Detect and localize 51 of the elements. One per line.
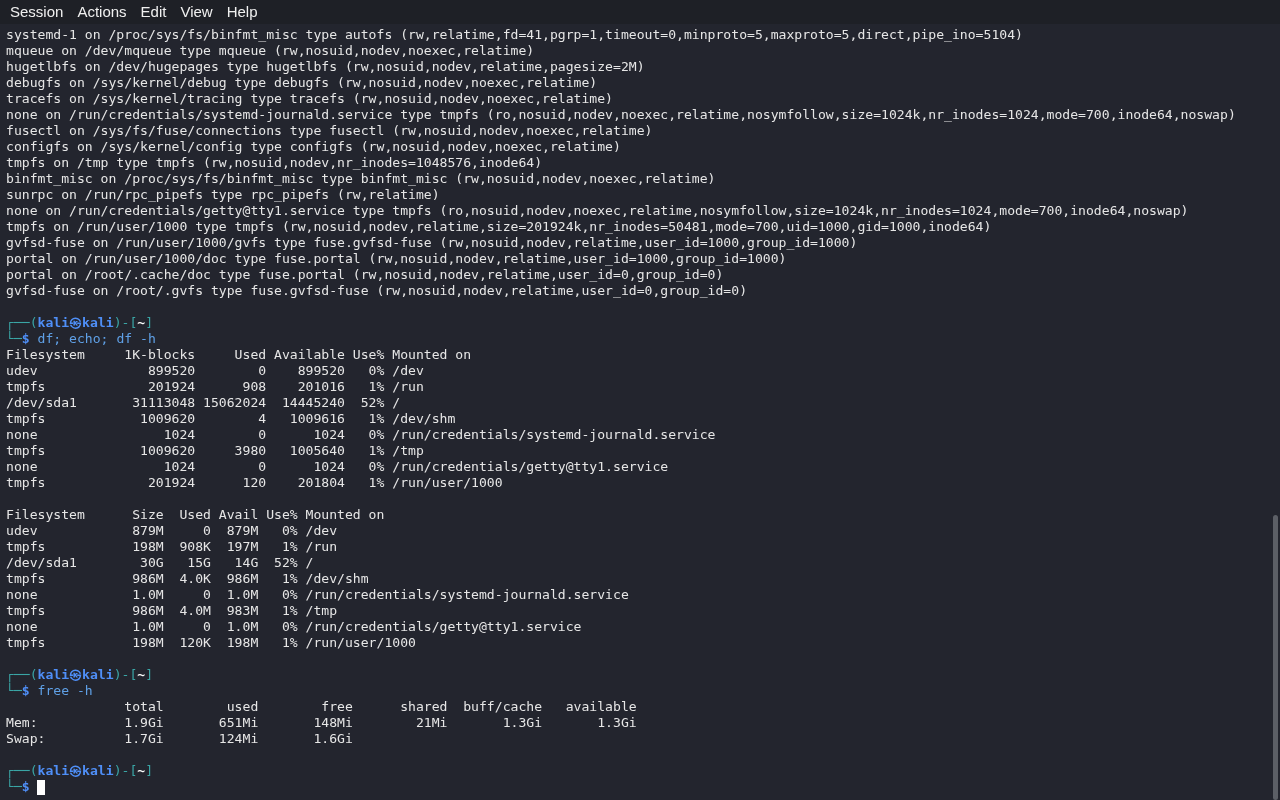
terminal-output-line: tmpfs on /tmp type tmpfs (rw,nosuid,nodev,nr_inodes=1048576,inode64) [6, 155, 543, 170]
terminal-output-line: mqueue on /dev/mqueue type mqueue (rw,nosuid,nodev,noexec,relatime) [6, 43, 535, 58]
terminal-output-line: none 1024 0 1024 0% /run/credentials/systemd-journald.service [6, 427, 716, 442]
scrollbar-thumb[interactable] [1273, 515, 1278, 800]
terminal-output-line: tmpfs 201924 908 201016 1% /run [6, 379, 424, 394]
terminal-output-line: /dev/sda1 30G 15G 14G 52% / [6, 555, 314, 570]
menu-item[interactable]: Help [220, 0, 264, 24]
terminal-output-line: tmpfs 1009620 4 1009616 1% /dev/shm [6, 411, 456, 426]
terminal-output-line: udev 879M 0 879M 0% /dev [6, 523, 338, 538]
command-line: └─$ df; echo; df -h [6, 331, 156, 347]
command-line: └─$ free -h [6, 683, 93, 699]
menu-item[interactable]: Actions [71, 0, 133, 24]
terminal-output-line: debugfs on /sys/kernel/debug type debugfs (rw,nosuid,nodev,noexec,relatime) [6, 75, 598, 90]
terminal-output-line: tracefs on /sys/kernel/tracing type tracefs (rw,nosuid,nodev,noexec,relatime) [6, 91, 613, 106]
terminal-output-line: portal on /run/user/1000/doc type fuse.portal (rw,nosuid,nodev,relatime,user_id=1000,group_id=1000) [6, 251, 787, 266]
terminal-output-line: udev 899520 0 899520 0% /dev [6, 363, 424, 378]
terminal-output-line: tmpfs 198M 908K 197M 1% /run [6, 539, 338, 554]
terminal-output-line: Mem: 1.9Gi 651Mi 148Mi 21Mi 1.3Gi 1.3Gi [6, 715, 637, 730]
terminal-output-line: tmpfs 1009620 3980 1005640 1% /tmp [6, 443, 424, 458]
command-line: └─$ [6, 779, 30, 795]
terminal-output-line: tmpfs on /run/user/1000 type tmpfs (rw,nosuid,nodev,relatime,size=201924k,nr_inodes=50481,mode=700,uid=1000,gid=1000,inode64) [6, 219, 992, 234]
text-cursor [36, 779, 45, 795]
terminal-output-line: sunrpc on /run/rpc_pipefs type rpc_pipefs (rw,relatime) [6, 187, 440, 202]
terminal-output-line: tmpfs 986M 4.0K 986M 1% /dev/shm [6, 571, 369, 586]
terminal-output-line: /dev/sda1 31113048 15062024 14445240 52% / [6, 395, 401, 410]
terminal-output-line: binfmt_misc on /proc/sys/fs/binfmt_misc type binfmt_misc (rw,nosuid,nodev,noexec,relatime) [6, 171, 716, 186]
menu-item[interactable]: View [174, 0, 219, 24]
terminal-output-line: fusectl on /sys/fs/fuse/connections type fusectl (rw,nosuid,nodev,noexec,relatime) [6, 123, 653, 138]
terminal-output-line: Filesystem 1K-blocks Used Available Use% Mounted on [6, 347, 472, 362]
terminal-output-line: gvfsd-fuse on /root/.gvfs type fuse.gvfsd-fuse (rw,nosuid,nodev,relatime,user_id=0,group_id=0) [6, 283, 747, 298]
terminal-output-line: none on /run/credentials/getty@tty1.service type tmpfs (ro,nosuid,nodev,noexec,relatime,nosymfollow,size=1024k,nr_inodes=1024,mode=700,inode64,noswap) [6, 203, 1189, 218]
prompt-line: ┌──(kali㉿kali)-[~] [6, 763, 154, 778]
terminal-output-line: tmpfs 986M 4.0M 983M 1% /tmp [6, 603, 338, 618]
terminal-output-line: none 1.0M 0 1.0M 0% /run/credentials/getty@tty1.service [6, 619, 582, 634]
terminal-output-line: portal on /root/.cache/doc type fuse.portal (rw,nosuid,nodev,relatime,user_id=0,group_id=0) [6, 267, 724, 282]
menu-item[interactable]: Edit [134, 0, 173, 24]
terminal-output-line: hugetlbfs on /dev/hugepages type hugetlbfs (rw,nosuid,nodev,relatime,pagesize=2M) [6, 59, 645, 74]
terminal-output-line: tmpfs 198M 120K 198M 1% /run/user/1000 [6, 635, 416, 650]
terminal-output-line: configfs on /sys/kernel/config type configfs (rw,nosuid,nodev,noexec,relatime) [6, 139, 621, 154]
prompt-line: ┌──(kali㉿kali)-[~] [6, 667, 154, 682]
terminal-output-line: Filesystem Size Used Avail Use% Mounted on [6, 507, 385, 522]
terminal-output-line: none 1024 0 1024 0% /run/credentials/getty@tty1.service [6, 459, 669, 474]
terminal-output-line: total used free shared buff/cache available [123, 699, 637, 714]
prompt-line: ┌──(kali㉿kali)-[~] [6, 315, 154, 330]
terminal-output-line: none 1.0M 0 1.0M 0% /run/credentials/systemd-journald.service [6, 587, 629, 602]
terminal-output-line: gvfsd-fuse on /run/user/1000/gvfs type fuse.gvfsd-fuse (rw,nosuid,nodev,relatime,user_id=1000,group_id=1000) [6, 235, 858, 250]
terminal-output-line: none on /run/credentials/systemd-journald.service type tmpfs (ro,nosuid,nodev,noexec,relatime,nosymfollow,size=1024k,nr_inodes=1024,mode=700,inode64,noswap) [6, 107, 1236, 122]
terminal-output-line: systemd-1 on /proc/sys/fs/binfmt_misc type autofs (rw,relatime,fd=41,pgrp=1,timeout=0,minproto=5,maxproto=5,direct,pipe_ino=5104) [6, 27, 1023, 42]
menu-item[interactable]: Session [4, 0, 70, 24]
terminal-output-line: tmpfs 201924 120 201804 1% /run/user/1000 [6, 475, 503, 490]
terminal-output-line: Swap: 1.7Gi 124Mi 1.6Gi [6, 731, 353, 746]
